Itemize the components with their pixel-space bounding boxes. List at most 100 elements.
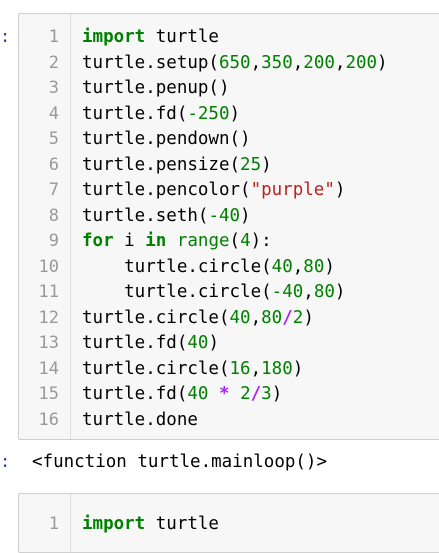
line-number: 2: [48, 52, 59, 73]
code-token: 25: [240, 154, 262, 175]
code-token: turtle.pensize(: [82, 154, 241, 175]
code-line: 5 turtle.pendown(): [19, 127, 439, 153]
line-code: turtle.circle(40,80/2): [82, 306, 314, 332]
code-line: 1 import turtle: [19, 25, 439, 51]
line-number: 12: [38, 307, 59, 328]
line-number: 3: [48, 78, 59, 98]
line-number: 6: [48, 154, 59, 175]
output-prompt: :: [0, 452, 11, 472]
line-number: 13: [38, 333, 59, 353]
line-number: 9: [48, 231, 59, 251]
code-token: 80: [303, 256, 325, 277]
code-token: -40: [208, 205, 241, 226]
code-line: 2 turtle.setup(650,350,200,200): [19, 51, 439, 77]
code-token: turtle.fd(: [82, 333, 188, 353]
line-code: turtle.setup(650,350,200,200): [82, 51, 388, 77]
code-token: 40: [229, 307, 251, 328]
line-code: for i in range(4):: [82, 229, 272, 255]
code-token: (: [229, 231, 241, 251]
code-line: 6 turtle.pensize(25): [19, 153, 439, 179]
code-token: /: [282, 307, 293, 328]
cell-output: <function turtle.mainloop()>: [32, 452, 328, 472]
code-line: 1 import turtle: [19, 512, 439, 538]
code-line: 8 turtle.seth(-40): [19, 204, 439, 230]
code-token: ,: [250, 52, 262, 73]
code-token: ,: [303, 282, 314, 302]
line-code: turtle.pendown(): [82, 127, 251, 153]
code-token: 2: [240, 384, 251, 404]
code-line: 12 turtle.circle(40,80/2): [19, 306, 439, 332]
code-token: "purple": [250, 180, 335, 200]
code-token: 16: [229, 358, 251, 379]
code-token: ,: [250, 358, 262, 379]
line-number: 1: [48, 27, 59, 47]
code-line: 16 turtle.done: [19, 408, 439, 434]
line-number: 8: [48, 205, 59, 226]
code-token: turtle.pendown(): [82, 129, 251, 149]
code-token: ): [292, 358, 304, 379]
code-token: 200: [303, 52, 335, 73]
line-number: 11: [38, 282, 59, 302]
code-token: ): [334, 282, 346, 302]
code-token: turtle.circle(: [82, 358, 230, 379]
code-token: ,: [292, 256, 304, 277]
code-token: import: [82, 27, 146, 47]
line-number: 1: [48, 514, 59, 534]
code-token: 4: [240, 231, 251, 251]
code-token: ): [334, 180, 346, 200]
line-number: 7: [48, 180, 59, 200]
code-token: 40: [187, 384, 209, 404]
line-number: 10: [38, 256, 59, 277]
code-token: ): [303, 307, 314, 328]
code-token: ): [240, 205, 251, 226]
code-token: turtle.penup(): [82, 78, 230, 98]
line-number: 15: [38, 384, 59, 404]
line-number: 4: [48, 103, 59, 124]
line-number: 14: [38, 358, 59, 379]
code-lines: 1 import turtle: [19, 512, 439, 538]
code-token: ,: [250, 307, 262, 328]
code-token: i: [113, 231, 146, 251]
code-token: for: [82, 231, 114, 251]
code-token: -40: [271, 282, 304, 302]
code-token: ): [377, 52, 388, 73]
code-token: turtle: [145, 27, 219, 47]
code-lines: 1 import turtle 2 turtle.setup(650,350,200,…: [19, 25, 439, 433]
code-token: -250: [187, 103, 230, 124]
code-token: ): [324, 256, 335, 277]
code-token: import: [82, 514, 146, 534]
code-token: ): [208, 333, 219, 353]
code-token: 650: [218, 52, 251, 73]
line-number: 5: [48, 129, 59, 149]
line-code: turtle.circle(16,180): [82, 357, 303, 383]
code-token: turtle.setup(: [82, 52, 219, 73]
code-cell[interactable]: 1 import turtle 2 turtle.setup(650,350,200,…: [18, 13, 439, 440]
line-code: turtle.pensize(25): [82, 153, 272, 179]
line-code: import turtle: [82, 25, 219, 51]
code-line: 7 turtle.pencolor("purple"): [19, 178, 439, 204]
code-cell-next[interactable]: 1 import turtle: [18, 493, 439, 553]
code-token: *: [218, 384, 230, 404]
code-token: 40: [271, 256, 293, 277]
code-token: 2: [292, 307, 304, 328]
code-token: 80: [313, 282, 335, 302]
code-token: turtle.circle(: [82, 256, 272, 277]
line-code: turtle.circle(-40,80): [82, 280, 345, 306]
code-token: 80: [261, 307, 283, 328]
code-token: 40: [187, 333, 209, 353]
code-token: ): [229, 103, 241, 124]
line-number: 16: [38, 409, 59, 430]
line-code: turtle.seth(-40): [82, 204, 251, 230]
code-token: 180: [261, 358, 293, 379]
code-token: turtle.fd(: [82, 384, 188, 404]
code-token: turtle.pencolor(: [82, 180, 251, 200]
code-line: 11 turtle.circle(-40,80): [19, 280, 439, 306]
code-token: range: [176, 231, 230, 251]
line-code: turtle.fd(-250): [82, 102, 240, 128]
code-token: turtle.circle(: [82, 307, 230, 328]
code-line: 10 turtle.circle(40,80): [19, 255, 439, 281]
code-token: ,: [334, 52, 346, 73]
